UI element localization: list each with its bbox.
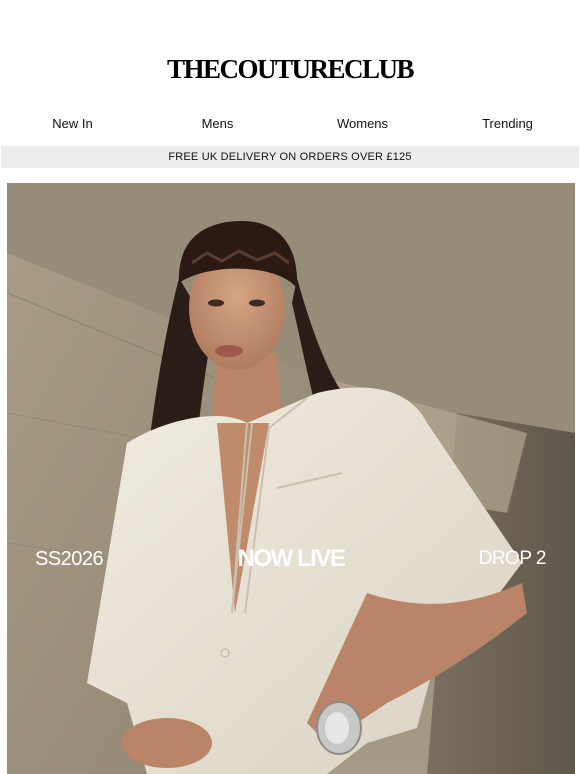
logo-container: THECOUTURECLUB	[0, 52, 580, 86]
nav-item-trending[interactable]: Trending	[435, 115, 580, 133]
main-nav: New In Mens Womens Trending	[0, 115, 580, 133]
hero-banner[interactable]: SS2026 NOW LIVE DROP 2	[7, 183, 575, 774]
brand-logo[interactable]: THECOUTURECLUB	[167, 54, 415, 84]
hero-drop-label: DROP 2	[478, 548, 547, 569]
nav-item-womens[interactable]: Womens	[290, 115, 435, 133]
delivery-banner[interactable]: FREE UK DELIVERY ON ORDERS OVER £125	[1, 146, 579, 168]
hero-image	[7, 183, 575, 774]
nav-item-new-in[interactable]: New In	[0, 115, 145, 133]
nav-item-mens[interactable]: Mens	[145, 115, 290, 133]
